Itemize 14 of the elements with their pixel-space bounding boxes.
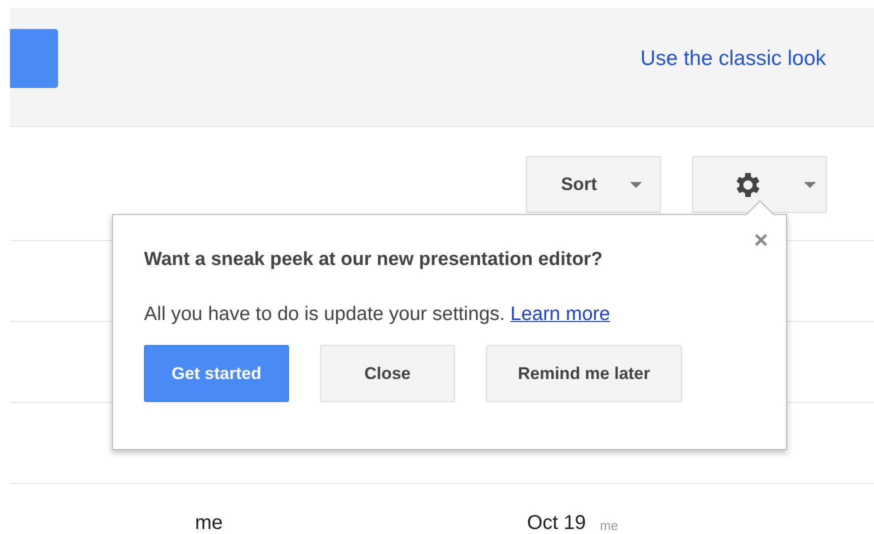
classic-look-link[interactable]: Use the classic look [640, 47, 826, 71]
popup-button[interactable]: Remind me later [486, 345, 682, 402]
close-icon[interactable]: × [754, 229, 768, 253]
learn-more-link[interactable]: Learn more [510, 303, 610, 325]
caret-icon [804, 182, 816, 188]
caret-icon [630, 182, 642, 188]
popup-title: Want a sneak peek at our new presentation editor? [144, 249, 604, 271]
modified-date: Oct 19 [527, 512, 586, 534]
sort-button[interactable]: Sort [526, 156, 661, 213]
popup-message: All you have to do is update your settings. Learn more [144, 303, 612, 326]
owner-cell: me [195, 512, 223, 534]
popup-button[interactable]: Close [320, 345, 455, 402]
modified-by: me [600, 518, 618, 533]
settings-button[interactable] [692, 156, 827, 213]
